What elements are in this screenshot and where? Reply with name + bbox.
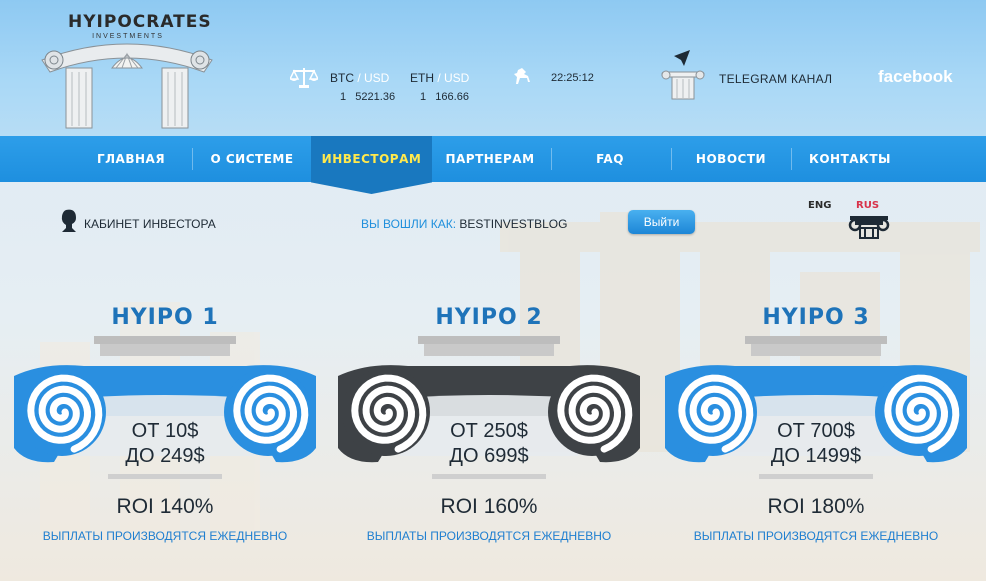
capital-abacus <box>94 336 236 344</box>
arch-logo-icon <box>41 43 213 129</box>
btc-rate-value: 1 5221.36 <box>340 91 395 103</box>
telegram-link[interactable] <box>658 48 708 105</box>
site-logo[interactable]: HYIPOCRATES INVESTMENTS <box>32 8 222 130</box>
plan-max: ДО 1499$ <box>770 445 862 467</box>
plan-note: ВЫПЛАТЫ ПРОИЗВОДЯТСЯ ЕЖЕДНЕВНО <box>42 529 288 543</box>
lang-eng[interactable]: ENG <box>808 200 831 211</box>
capital-base <box>108 474 222 479</box>
plan-max: ДО 699$ <box>449 445 529 467</box>
eth-quote: USD <box>444 71 470 85</box>
horse-icon <box>514 68 530 84</box>
plan-max: ДО 249$ <box>125 445 205 467</box>
nav-divider <box>791 148 792 170</box>
btc-amount: 1 <box>340 91 347 103</box>
plan-roi: ROI 140% <box>116 495 214 518</box>
nav-item-contacts[interactable]: КОНТАКТЫ <box>796 136 904 182</box>
nav-item-faq[interactable]: FAQ <box>556 136 664 182</box>
telegram-label[interactable]: TELEGRAM КАНАЛ <box>719 72 832 86</box>
nav-item-home[interactable]: ГЛАВНАЯ <box>80 136 182 182</box>
investor-cabinet-link[interactable]: КАБИНЕТ ИНВЕСТОРА <box>84 217 216 231</box>
eth-sep: / <box>434 71 445 85</box>
plan-roi: ROI 180% <box>767 495 865 518</box>
logged-in-user: BESTINVESTBLOG <box>459 217 568 231</box>
nav-divider <box>671 148 672 170</box>
lang-rus[interactable]: RUS <box>856 200 879 211</box>
btc-rate-label: BTC / USD <box>330 71 389 85</box>
capital-base <box>432 474 546 479</box>
eth-value: 166.66 <box>435 91 469 103</box>
logged-in-prefix: ВЫ ВОШЛИ КАК: <box>361 217 460 231</box>
plan-card[interactable]: HYIPO 1 ОТ 10$ ДО 249$ ROI 140% ВЫПЛАТЫ … <box>4 300 326 581</box>
plan-card[interactable]: HYIPO 3 ОТ 700$ ДО 1499$ ROI 180% ВЫПЛАТ… <box>655 300 977 581</box>
capital-abacus <box>745 336 887 344</box>
nav-item-about[interactable]: О СИСТЕМЕ <box>198 136 306 182</box>
capital-abacus-lower <box>424 344 554 356</box>
plan-min: ОТ 250$ <box>450 420 528 442</box>
btc-sep: / <box>354 71 365 85</box>
capital-abacus-lower <box>100 344 230 356</box>
eth-rate-label: ETH / USD <box>410 71 469 85</box>
main-nav: ГЛАВНАЯ О СИСТЕМЕ ПАРТНЕРАМ FAQ НОВОСТИ … <box>0 136 986 182</box>
eth-base: ETH <box>410 71 434 85</box>
btc-quote: USD <box>364 71 390 85</box>
server-clock: 22:25:12 <box>551 72 594 84</box>
btc-base: BTC <box>330 71 354 85</box>
nav-divider <box>192 148 193 170</box>
capital-abacus <box>418 336 560 344</box>
nav-item-news[interactable]: НОВОСТИ <box>676 136 786 182</box>
logged-in-as: ВЫ ВОШЛИ КАК: BESTINVESTBLOG <box>361 217 567 231</box>
plan-card[interactable]: HYIPO 2 ОТ 250$ ДО 699$ ROI 160% ВЫПЛАТЫ… <box>328 300 650 581</box>
plan-min: ОТ 10$ <box>131 420 199 442</box>
nav-item-partners[interactable]: ПАРТНЕРАМ <box>436 136 544 182</box>
plan-note: ВЫПЛАТЫ ПРОИЗВОДЯТСЯ ЕЖЕДНЕВНО <box>366 529 612 543</box>
capital-abacus-lower <box>751 344 881 356</box>
plan-min: ОТ 700$ <box>777 420 855 442</box>
column-lang-icon <box>848 216 890 239</box>
scales-icon <box>290 68 318 88</box>
nav-divider <box>551 148 552 170</box>
plan-roi: ROI 160% <box>440 495 538 518</box>
plan-note: ВЫПЛАТЫ ПРОИЗВОДЯТСЯ ЕЖЕДНЕВНО <box>693 529 939 543</box>
logo-title: HYIPOCRATES <box>68 12 212 32</box>
logout-button[interactable]: Выйти <box>628 210 695 234</box>
telegram-icon <box>661 50 705 100</box>
investor-head-icon <box>61 209 76 232</box>
eth-rate-value: 1 166.66 <box>420 91 469 103</box>
plan-title: HYIPO 1 <box>111 305 219 330</box>
nav-item-investors[interactable]: ИНВЕСТОРАМ <box>311 136 432 182</box>
facebook-link[interactable]: facebook <box>878 67 953 87</box>
btc-value: 5221.36 <box>355 91 396 103</box>
plan-title: HYIPO 3 <box>762 305 870 330</box>
plan-title: HYIPO 2 <box>435 305 543 330</box>
capital-base <box>759 474 873 479</box>
eth-amount: 1 <box>420 91 427 103</box>
